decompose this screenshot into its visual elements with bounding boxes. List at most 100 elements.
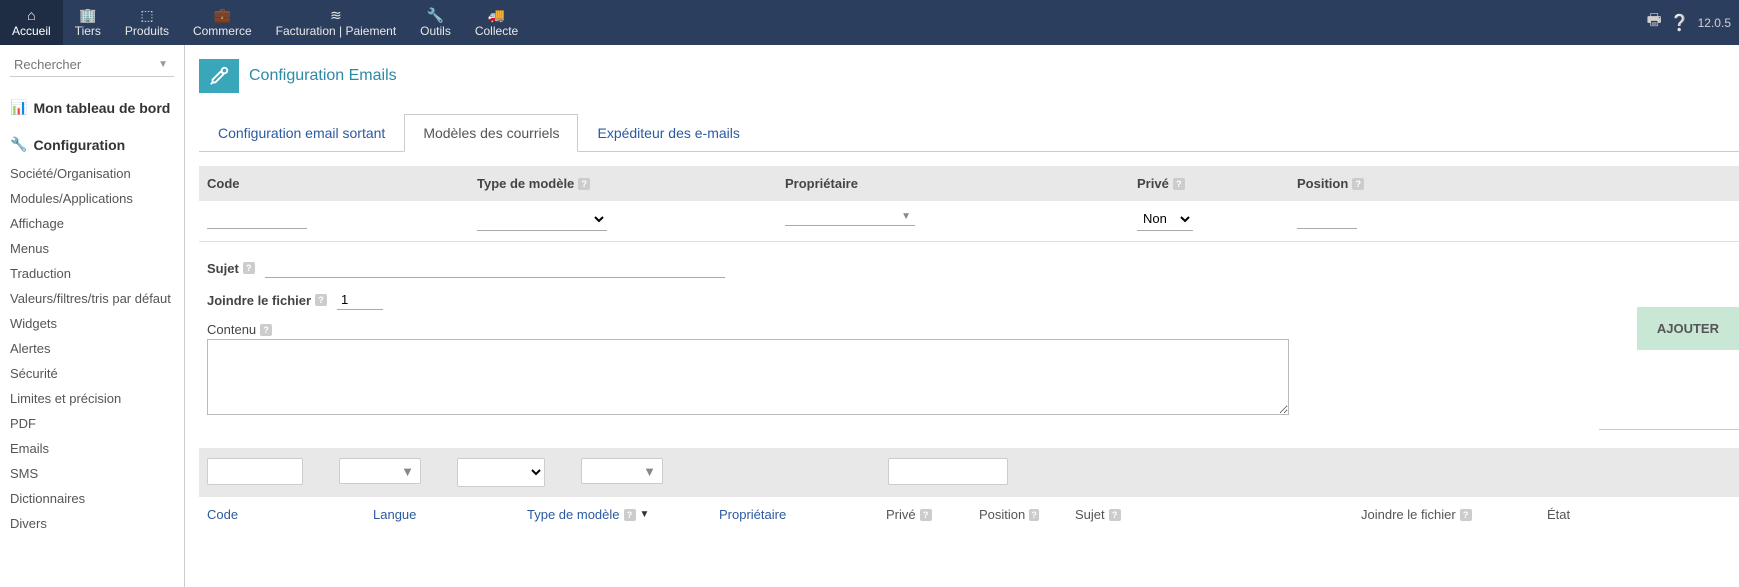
nav-outils[interactable]: 🔧 Outils	[408, 0, 463, 45]
list-col-type-label: Type de modèle	[527, 507, 620, 522]
filter-owner-select[interactable]: ▼	[581, 458, 663, 484]
nav-label: Tiers	[75, 24, 101, 38]
list-col-position-label: Position	[979, 507, 1025, 522]
help-tooltip-icon[interactable]: ?	[315, 294, 327, 306]
help-tooltip-icon[interactable]: ?	[624, 509, 636, 521]
help-tooltip-icon[interactable]: ?	[1109, 509, 1121, 521]
sidebar-item-modules[interactable]: Modules/Applications	[0, 186, 184, 211]
sidebar-item-securite[interactable]: Sécurité	[0, 361, 184, 386]
list-col-attach[interactable]: Joindre le fichier ?	[1361, 507, 1511, 522]
filter-code-input[interactable]	[207, 458, 303, 485]
help-tooltip-icon[interactable]: ?	[243, 262, 255, 274]
list-col-code[interactable]: Code	[207, 507, 337, 522]
list-col-type[interactable]: Type de modèle ? ▼	[527, 507, 683, 522]
help-tooltip-icon[interactable]: ?	[1460, 509, 1472, 521]
help-tooltip-icon[interactable]: ?	[260, 324, 272, 336]
nav-label: Facturation | Paiement	[276, 24, 397, 38]
list-col-owner[interactable]: Propriétaire	[719, 507, 850, 522]
attach-label: Joindre le fichier ?	[207, 293, 327, 308]
layout: ▼ 📊 Mon tableau de bord 🔧 Configuration …	[0, 45, 1739, 587]
sidebar-item-pdf[interactable]: PDF	[0, 411, 184, 436]
tab-expediteur[interactable]: Expéditeur des e-mails	[578, 114, 758, 152]
sort-caret-icon: ▼	[640, 509, 650, 520]
help-tooltip-icon[interactable]: ?	[920, 509, 932, 521]
list-col-prive[interactable]: Privé ?	[886, 507, 943, 522]
tab-modeles[interactable]: Modèles des courriels	[404, 114, 578, 152]
nav-accueil[interactable]: ⌂ Accueil	[0, 0, 63, 45]
page-title: Configuration Emails	[249, 67, 397, 85]
nav-collecte[interactable]: 🚚 Collecte	[463, 0, 530, 45]
filter-sujet-input[interactable]	[888, 458, 1008, 485]
filter-type-select[interactable]	[457, 458, 545, 487]
chevron-down-icon[interactable]: ▼	[158, 59, 168, 70]
print-icon[interactable]: 🖶	[1647, 9, 1662, 36]
nav-commerce[interactable]: 💼 Commerce	[181, 0, 264, 45]
list-col-langue[interactable]: Langue	[373, 507, 491, 522]
sidebar-search-input[interactable]	[10, 53, 174, 77]
nav-label: Accueil	[12, 24, 51, 38]
sidebar-item-emails[interactable]: Emails	[0, 436, 184, 461]
list-col-position[interactable]: Position ?	[979, 507, 1039, 522]
nav-tiers[interactable]: 🏢 Tiers	[63, 0, 113, 45]
sidebar-search-wrap: ▼	[0, 53, 184, 87]
sidebar-item-traduction[interactable]: Traduction	[0, 261, 184, 286]
list-col-etat[interactable]: État	[1547, 507, 1587, 522]
owner-select[interactable]: ▼	[785, 208, 915, 226]
help-tooltip-icon[interactable]: ?	[578, 178, 590, 190]
private-select[interactable]: Non	[1137, 207, 1193, 231]
add-button[interactable]: AJOUTER	[1637, 307, 1739, 350]
list-header-row: Code Langue Type de modèle ? ▼ Propriéta…	[199, 497, 1739, 522]
content-textarea[interactable]	[207, 339, 1289, 415]
col-header-code: Code	[207, 176, 477, 191]
sidebar-item-defaults[interactable]: Valeurs/filtres/tris par défaut	[0, 286, 184, 311]
sidebar-item-societe[interactable]: Société/Organisation	[0, 161, 184, 186]
col-header-type: Type de modèle ?	[477, 176, 785, 191]
position-input[interactable]	[1297, 207, 1357, 229]
sidebar-item-dictionnaires[interactable]: Dictionnaires	[0, 486, 184, 511]
sidebar-item-affichage[interactable]: Affichage	[0, 211, 184, 236]
col-header-position: Position ?	[1297, 176, 1457, 191]
subject-input[interactable]	[265, 258, 725, 278]
form-header-row: Code Type de modèle ? Propriétaire Privé…	[199, 166, 1739, 201]
building-icon: 🏢	[79, 8, 96, 22]
list-col-sujet[interactable]: Sujet ?	[1075, 507, 1325, 522]
list-filter-row: ▼ ▼	[199, 448, 1739, 497]
tabs: Configuration email sortant Modèles des …	[199, 113, 1739, 152]
code-input[interactable]	[207, 207, 307, 229]
wrench-icon: 🔧	[427, 8, 444, 22]
sidebar-item-limites[interactable]: Limites et précision	[0, 386, 184, 411]
col-header-private-label: Privé	[1137, 176, 1169, 191]
help-icon[interactable]: ❔	[1670, 13, 1690, 33]
chart-icon: 📊	[10, 99, 27, 116]
list-col-prive-label: Privé	[886, 507, 916, 522]
help-tooltip-icon[interactable]: ?	[1029, 509, 1039, 521]
sidebar-item-sms[interactable]: SMS	[0, 461, 184, 486]
sidebar-item-alertes[interactable]: Alertes	[0, 336, 184, 361]
nav-produits[interactable]: ⬚ Produits	[113, 0, 181, 45]
sidebar-item-widgets[interactable]: Widgets	[0, 311, 184, 336]
filter-langue-select[interactable]: ▼	[339, 458, 421, 484]
sidebar-item-menus[interactable]: Menus	[0, 236, 184, 261]
top-nav-left: ⌂ Accueil 🏢 Tiers ⬚ Produits 💼 Commerce …	[0, 0, 530, 45]
sidebar-config-heading[interactable]: 🔧 Configuration	[0, 124, 184, 161]
sidebar-item-divers[interactable]: Divers	[0, 511, 184, 536]
tab-config-sortant[interactable]: Configuration email sortant	[199, 114, 404, 152]
content-label-text: Contenu	[207, 322, 256, 337]
type-select[interactable]	[477, 207, 607, 231]
content-label-row: Contenu ?	[207, 316, 1731, 339]
help-tooltip-icon[interactable]: ?	[1173, 178, 1185, 190]
help-tooltip-icon[interactable]: ?	[1352, 178, 1364, 190]
col-header-owner: Propriétaire	[785, 176, 1137, 191]
nav-label: Outils	[420, 24, 451, 38]
nav-facturation[interactable]: ≋ Facturation | Paiement	[264, 0, 409, 45]
sidebar-dashboard-link[interactable]: 📊 Mon tableau de bord	[0, 87, 184, 124]
home-icon: ⌂	[27, 8, 35, 22]
col-header-position-label: Position	[1297, 176, 1348, 191]
top-nav: ⌂ Accueil 🏢 Tiers ⬚ Produits 💼 Commerce …	[0, 0, 1739, 45]
version-label: 12.0.5	[1698, 16, 1731, 30]
form-section: Sujet ? Joindre le fichier ? Contenu ?	[199, 242, 1739, 415]
attach-input[interactable]	[337, 290, 383, 310]
attach-row: Joindre le fichier ?	[207, 284, 1731, 316]
briefcase-icon: 💼	[214, 8, 231, 22]
main-content: Configuration Emails Configuration email…	[185, 45, 1739, 587]
